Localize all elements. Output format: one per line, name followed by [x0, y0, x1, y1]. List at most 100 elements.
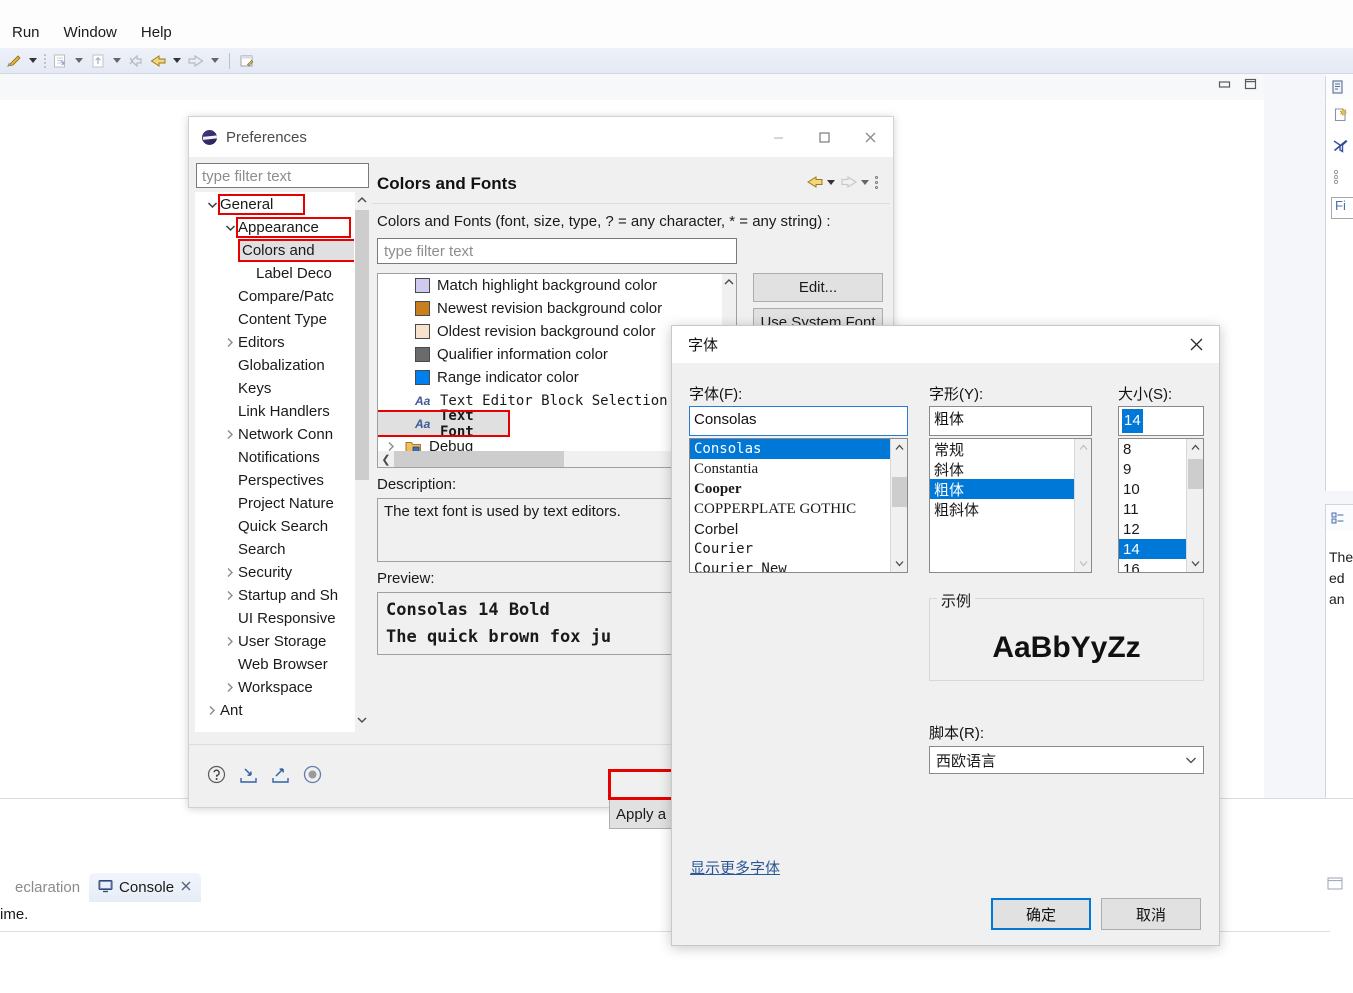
list-item[interactable]: Courier — [690, 539, 890, 559]
forward-nav-caret-icon[interactable] — [861, 179, 869, 185]
tree-item-label-deco[interactable]: Label Deco — [196, 262, 354, 285]
list-item[interactable]: 常规 — [930, 439, 1074, 459]
chevron-right-icon[interactable] — [222, 337, 238, 348]
help-icon[interactable] — [207, 765, 226, 787]
new-editor-icon[interactable] — [237, 51, 257, 71]
size-list-scrollbar[interactable] — [1186, 439, 1203, 572]
cf-scroll-up-icon[interactable] — [722, 274, 736, 290]
list-item[interactable]: Consolas — [690, 439, 890, 459]
debug-dropdown[interactable] — [72, 51, 86, 71]
outline-view-icon[interactable] — [1326, 74, 1353, 100]
outline-filter-input[interactable]: Fi — [1331, 197, 1353, 219]
list-item[interactable]: Constantia — [690, 459, 890, 479]
tree-item-editors[interactable]: Editors — [196, 331, 354, 354]
list-item[interactable]: 斜体 — [930, 459, 1074, 479]
preferences-tree-list[interactable]: General Appearance Colors and Label Deco Com… — [195, 192, 355, 732]
style-list-scrollbar[interactable] — [1074, 439, 1091, 572]
tree-item-content-type[interactable]: Content Type — [196, 308, 354, 331]
cf-list-item[interactable]: Aa Text Font — [378, 408, 510, 440]
list-item[interactable]: 粗斜体 — [930, 499, 1074, 519]
tree-item-globalization[interactable]: Globalization — [196, 354, 354, 377]
maximize-icon[interactable] — [801, 117, 847, 157]
menu-item-window[interactable]: Window — [52, 22, 129, 43]
menu-item-help[interactable]: Help — [129, 22, 184, 43]
new-note-icon[interactable] — [1332, 106, 1349, 126]
list-item[interactable]: 8 — [1119, 439, 1186, 459]
font-size-list[interactable]: 8 9 10 11 12 14 16 — [1118, 438, 1204, 573]
font-list-scroll-thumb[interactable] — [892, 477, 907, 507]
font-list-scroll-down-icon[interactable] — [891, 555, 907, 572]
back-nav[interactable] — [806, 175, 835, 189]
chevron-right-icon[interactable] — [204, 705, 220, 716]
forward-nav[interactable] — [840, 175, 869, 189]
cf-list-item[interactable]: Match highlight background color — [378, 274, 722, 297]
tree-item-quick-search[interactable]: Quick Search — [196, 515, 354, 538]
tree-item-web-browser[interactable]: Web Browser — [196, 653, 354, 676]
font-dialog-title-bar[interactable]: 字体 — [672, 326, 1219, 363]
close-icon[interactable] — [847, 117, 893, 157]
font-style-list[interactable]: 常规 斜体 粗体 粗斜体 — [929, 438, 1092, 573]
back-icon[interactable] — [148, 51, 168, 71]
tree-item-ant[interactable]: Ant — [196, 699, 354, 722]
back-nav-caret-icon[interactable] — [827, 179, 835, 185]
export-icon[interactable] — [271, 765, 290, 787]
tree-item-compare-patc[interactable]: Compare/Patc — [196, 285, 354, 308]
run-external-dropdown[interactable] — [110, 51, 124, 71]
toolbar-drag-handle[interactable] — [42, 53, 48, 69]
font-list-scrollbar[interactable] — [890, 439, 907, 572]
list-item[interactable]: Cooper — [690, 479, 890, 499]
back-dropdown[interactable] — [170, 51, 184, 71]
forward-icon[interactable] — [186, 51, 206, 71]
tree-item-user-storage[interactable]: User Storage — [196, 630, 354, 653]
list-item[interactable]: 10 — [1119, 479, 1186, 499]
list-item[interactable]: 12 — [1119, 519, 1186, 539]
minimize-icon[interactable] — [755, 117, 801, 157]
view-menu-icon[interactable] — [1332, 168, 1340, 189]
cancel-button[interactable]: 取消 — [1101, 898, 1201, 930]
cf-hscroll-left-icon[interactable]: ❮ — [378, 453, 394, 466]
font-size-input[interactable]: 14 — [1118, 406, 1204, 436]
tree-item-workspace[interactable]: Workspace — [196, 676, 354, 699]
tree-item-perspectives[interactable]: Perspectives — [196, 469, 354, 492]
list-item[interactable]: Courier New — [690, 559, 890, 572]
console-view-icon[interactable] — [1327, 877, 1343, 894]
preferences-title-bar[interactable]: Preferences — [189, 117, 893, 157]
tree-item-ui-responsive[interactable]: UI Responsive — [196, 607, 354, 630]
tree-vertical-scrollbar[interactable] — [355, 192, 369, 744]
restore-icon[interactable] — [1218, 78, 1232, 92]
chevron-right-icon[interactable] — [222, 567, 238, 578]
run-dropdown[interactable] — [26, 51, 40, 71]
help-view-icon[interactable] — [1326, 505, 1353, 531]
ok-button[interactable]: 确定 — [991, 898, 1091, 930]
colors-fonts-filter-input[interactable]: type filter text — [377, 238, 737, 264]
list-item[interactable]: Corbel — [690, 519, 890, 539]
list-item[interactable]: 9 — [1119, 459, 1186, 479]
run-external-icon[interactable] — [88, 51, 108, 71]
tree-item-appearance[interactable]: Appearance — [196, 216, 354, 239]
tree-item-link-handlers[interactable]: Link Handlers — [196, 400, 354, 423]
font-family-list[interactable]: Consolas Constantia Cooper COPPERPLATE GOTH… — [689, 438, 908, 573]
style-list-scroll-down-icon[interactable] — [1075, 555, 1091, 572]
chevron-down-icon[interactable] — [222, 224, 238, 232]
chevron-right-icon[interactable] — [222, 429, 238, 440]
tree-item-search[interactable]: Search — [196, 538, 354, 561]
font-family-input[interactable]: Consolas — [689, 406, 908, 436]
tree-item-security[interactable]: Security — [196, 561, 354, 584]
page-menu-icon[interactable] — [874, 175, 878, 189]
tree-item-general[interactable]: General — [196, 193, 354, 216]
size-list-scroll-thumb[interactable] — [1188, 459, 1203, 489]
font-list-scroll-up-icon[interactable] — [891, 439, 907, 456]
tree-item-notifications[interactable]: Notifications — [196, 446, 354, 469]
record-icon[interactable] — [303, 765, 322, 787]
list-item[interactable]: 14 — [1119, 539, 1186, 559]
chevron-right-icon[interactable] — [222, 590, 238, 601]
list-item[interactable]: 11 — [1119, 499, 1186, 519]
tree-item-colors-and[interactable]: Colors and — [196, 239, 354, 262]
debug-icon[interactable] — [50, 51, 70, 71]
chevron-down-icon[interactable] — [204, 201, 220, 209]
size-list-scroll-down-icon[interactable] — [1187, 555, 1203, 572]
edit-button[interactable]: Edit... — [753, 273, 883, 302]
show-more-fonts-link[interactable]: 显示更多字体 — [690, 857, 780, 878]
tree-scroll-down-icon[interactable] — [355, 712, 369, 728]
tree-item-startup-and-sh[interactable]: Startup and Sh — [196, 584, 354, 607]
